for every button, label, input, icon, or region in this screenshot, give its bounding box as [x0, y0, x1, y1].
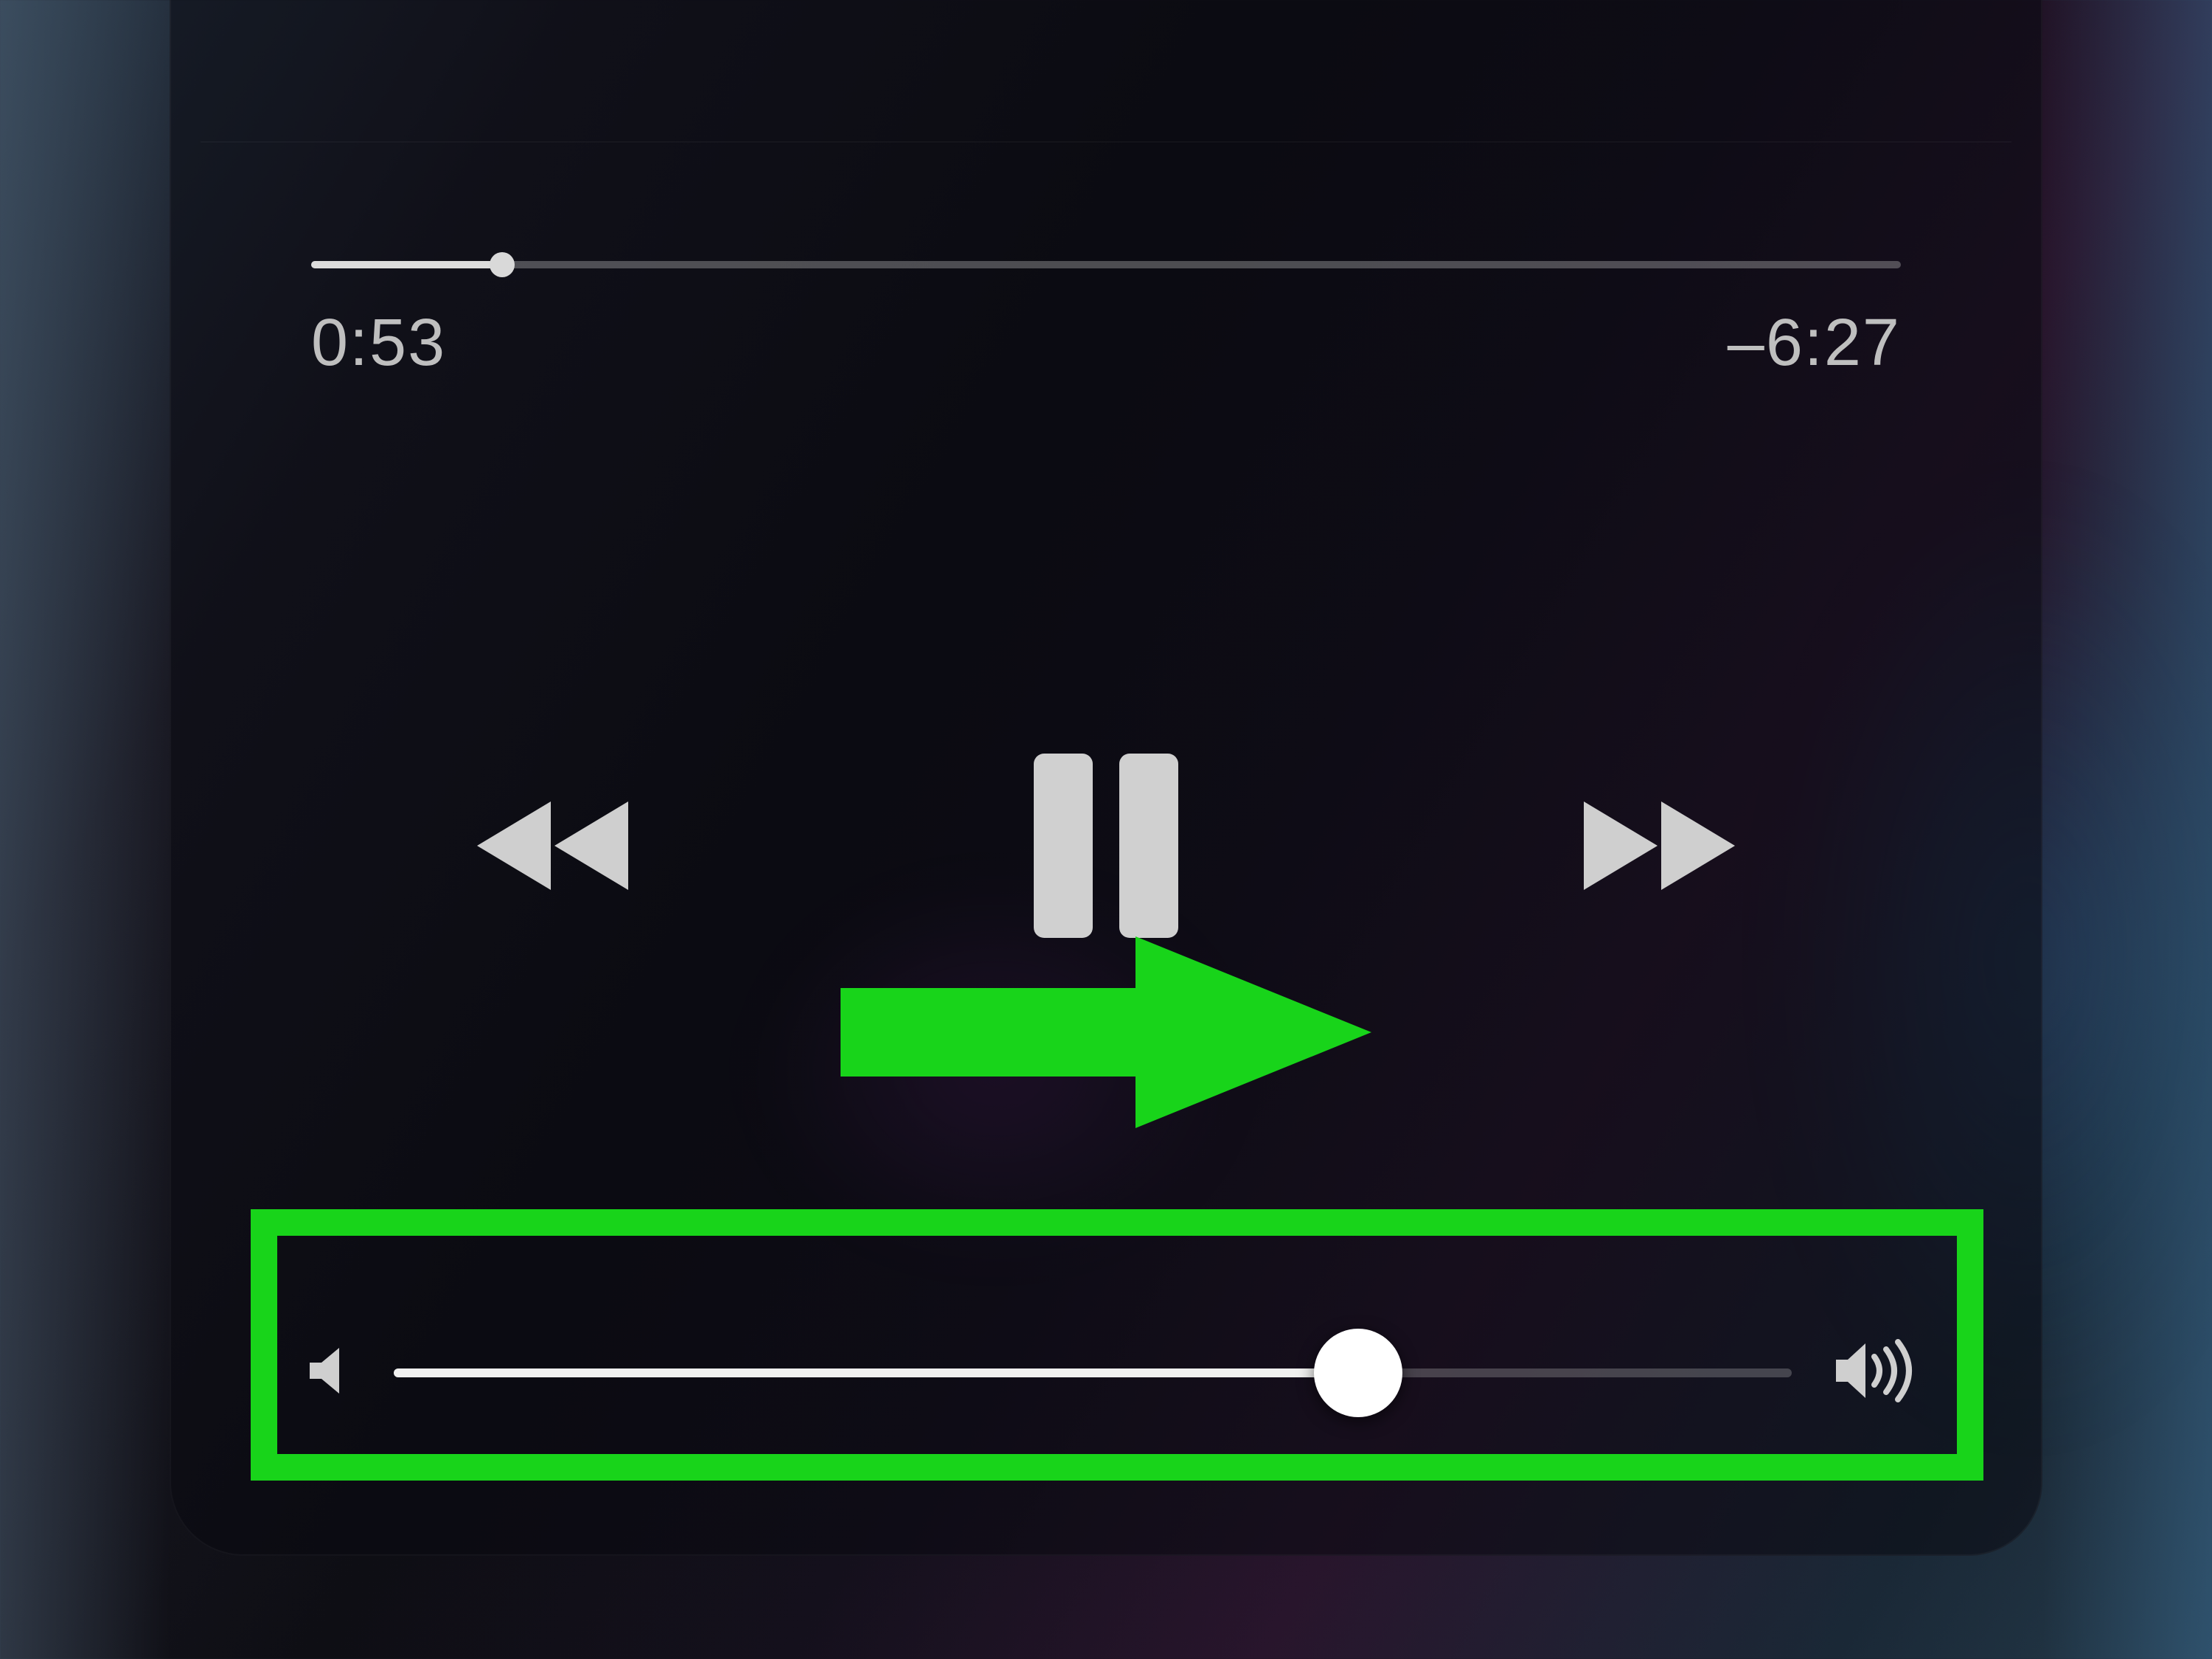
volume-low-icon: [310, 1345, 349, 1400]
track-artist: —: [1001, 0, 1062, 9]
volume-high-icon: [1836, 1338, 1917, 1408]
scrubber-track[interactable]: [311, 261, 1901, 268]
scrubber-fill: [311, 261, 502, 268]
volume-slider[interactable]: [394, 1368, 1792, 1377]
forward-button[interactable]: [1576, 794, 1746, 897]
screen-left-bezel: [0, 0, 170, 1659]
transport-controls: [171, 754, 2041, 938]
scrubber-thumb[interactable]: [490, 252, 515, 277]
track-title-row: — —: [171, 0, 2041, 9]
volume-control: [310, 1338, 1917, 1408]
time-labels: 0:53 –6:27: [311, 305, 1901, 381]
pause-button[interactable]: [1034, 754, 1178, 938]
pause-icon: [1119, 754, 1178, 938]
time-elapsed: 0:53: [311, 305, 446, 381]
time-remaining: –6:27: [1728, 305, 1901, 381]
track-title: —: [1150, 0, 1211, 9]
volume-thumb[interactable]: [1314, 1329, 1402, 1417]
screen-right-bezel: [2042, 0, 2212, 1659]
rewind-button[interactable]: [466, 794, 636, 897]
pause-icon: [1034, 754, 1093, 938]
volume-fill: [394, 1368, 1358, 1377]
playback-scrubber[interactable]: 0:53 –6:27: [311, 261, 1901, 381]
